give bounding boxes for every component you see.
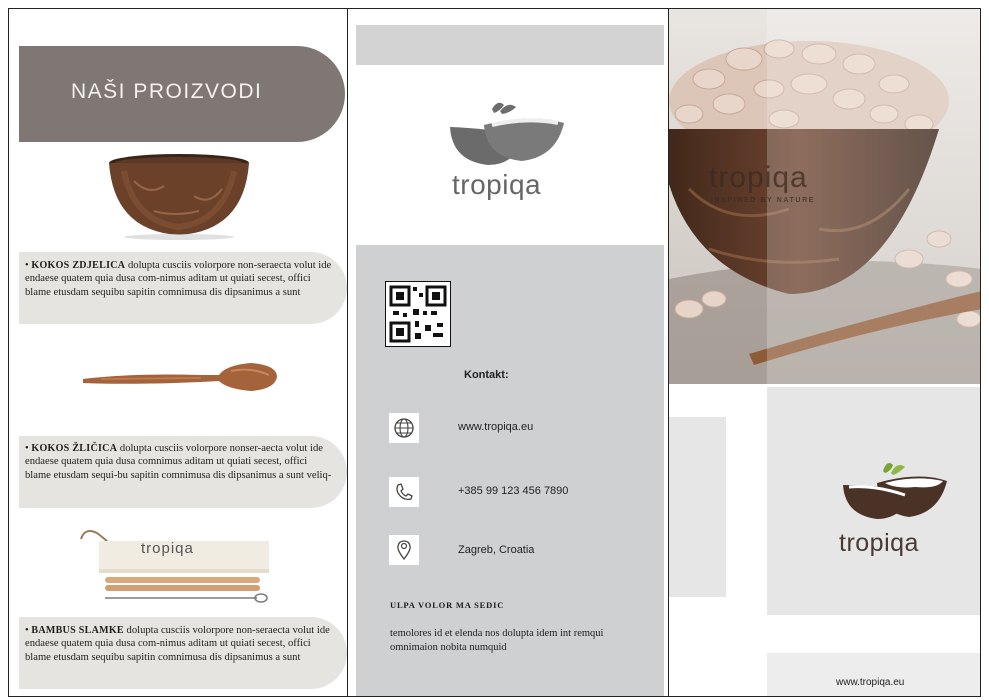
products-header-band: NAŠI PROIZVODI	[19, 46, 345, 142]
brochure-spread: NAŠI PROIZVODI • KOKOS ZDJELICA dolupta …	[8, 8, 981, 697]
panel-contact: tropiqa Kontakt: www.tropiqa.eu +385 99 …	[348, 9, 668, 696]
cover-url-block	[767, 653, 980, 696]
cover-website: www.tropiqa.eu	[836, 677, 905, 688]
location-pin-icon	[389, 535, 419, 565]
contact-phone: +385 99 123 456 7890	[458, 485, 569, 497]
tropiqa-logo-color	[843, 463, 947, 519]
top-grey-band	[356, 25, 664, 65]
bowl-engraved-brand: tropiqa	[709, 161, 808, 194]
product-name-straws: BAMBUS SLAMKE	[31, 625, 124, 636]
products-title: NAŠI PROIZVODI	[71, 80, 263, 103]
qr-code	[385, 281, 451, 347]
product-desc-spoon: • KOKOS ŽLIČICA dolupta cusciis volorpor…	[25, 443, 332, 481]
tropiqa-logo-grey	[450, 102, 564, 165]
panel-cover: tropiqa INSPIRED BY NATURE tropiqa www.t…	[669, 9, 980, 696]
logo-wordmark-color: tropiqa	[839, 529, 919, 557]
contact-website: www.tropiqa.eu	[458, 421, 534, 433]
product-desc-straws: • BAMBUS SLAMKE dolupta cusciis volorpor…	[25, 625, 330, 663]
straw-pack-brand: tropiqa	[141, 540, 194, 557]
coconut-spoon-image	[83, 363, 277, 391]
section-text: temolores id et elenda nos dolupta idem …	[390, 628, 604, 653]
coconut-bowl-image	[109, 154, 249, 240]
section-heading: ULPA VOLOR MA SEDIC	[390, 600, 505, 610]
cover-photo: tropiqa INSPIRED BY NATURE	[669, 9, 980, 384]
contact-label: Kontakt:	[464, 369, 509, 381]
bamboo-straws-image	[80, 530, 269, 603]
product-name-spoon: KOKOS ŽLIČICA	[31, 443, 118, 454]
cover-left-grey-block	[669, 417, 726, 597]
product-desc-bowl: • KOKOS ZDJELICA dolupta cusciis volorpo…	[25, 260, 332, 298]
globe-icon	[389, 413, 419, 443]
contact-location: Zagreb, Croatia	[458, 544, 535, 556]
panel-products: NAŠI PROIZVODI • KOKOS ZDJELICA dolupta …	[9, 9, 347, 696]
logo-wordmark-grey: tropiqa	[452, 169, 542, 200]
bowl-engraved-tagline: INSPIRED BY NATURE	[711, 197, 815, 204]
product-name-bowl: KOKOS ZDJELICA	[31, 260, 126, 271]
phone-icon	[389, 477, 419, 507]
